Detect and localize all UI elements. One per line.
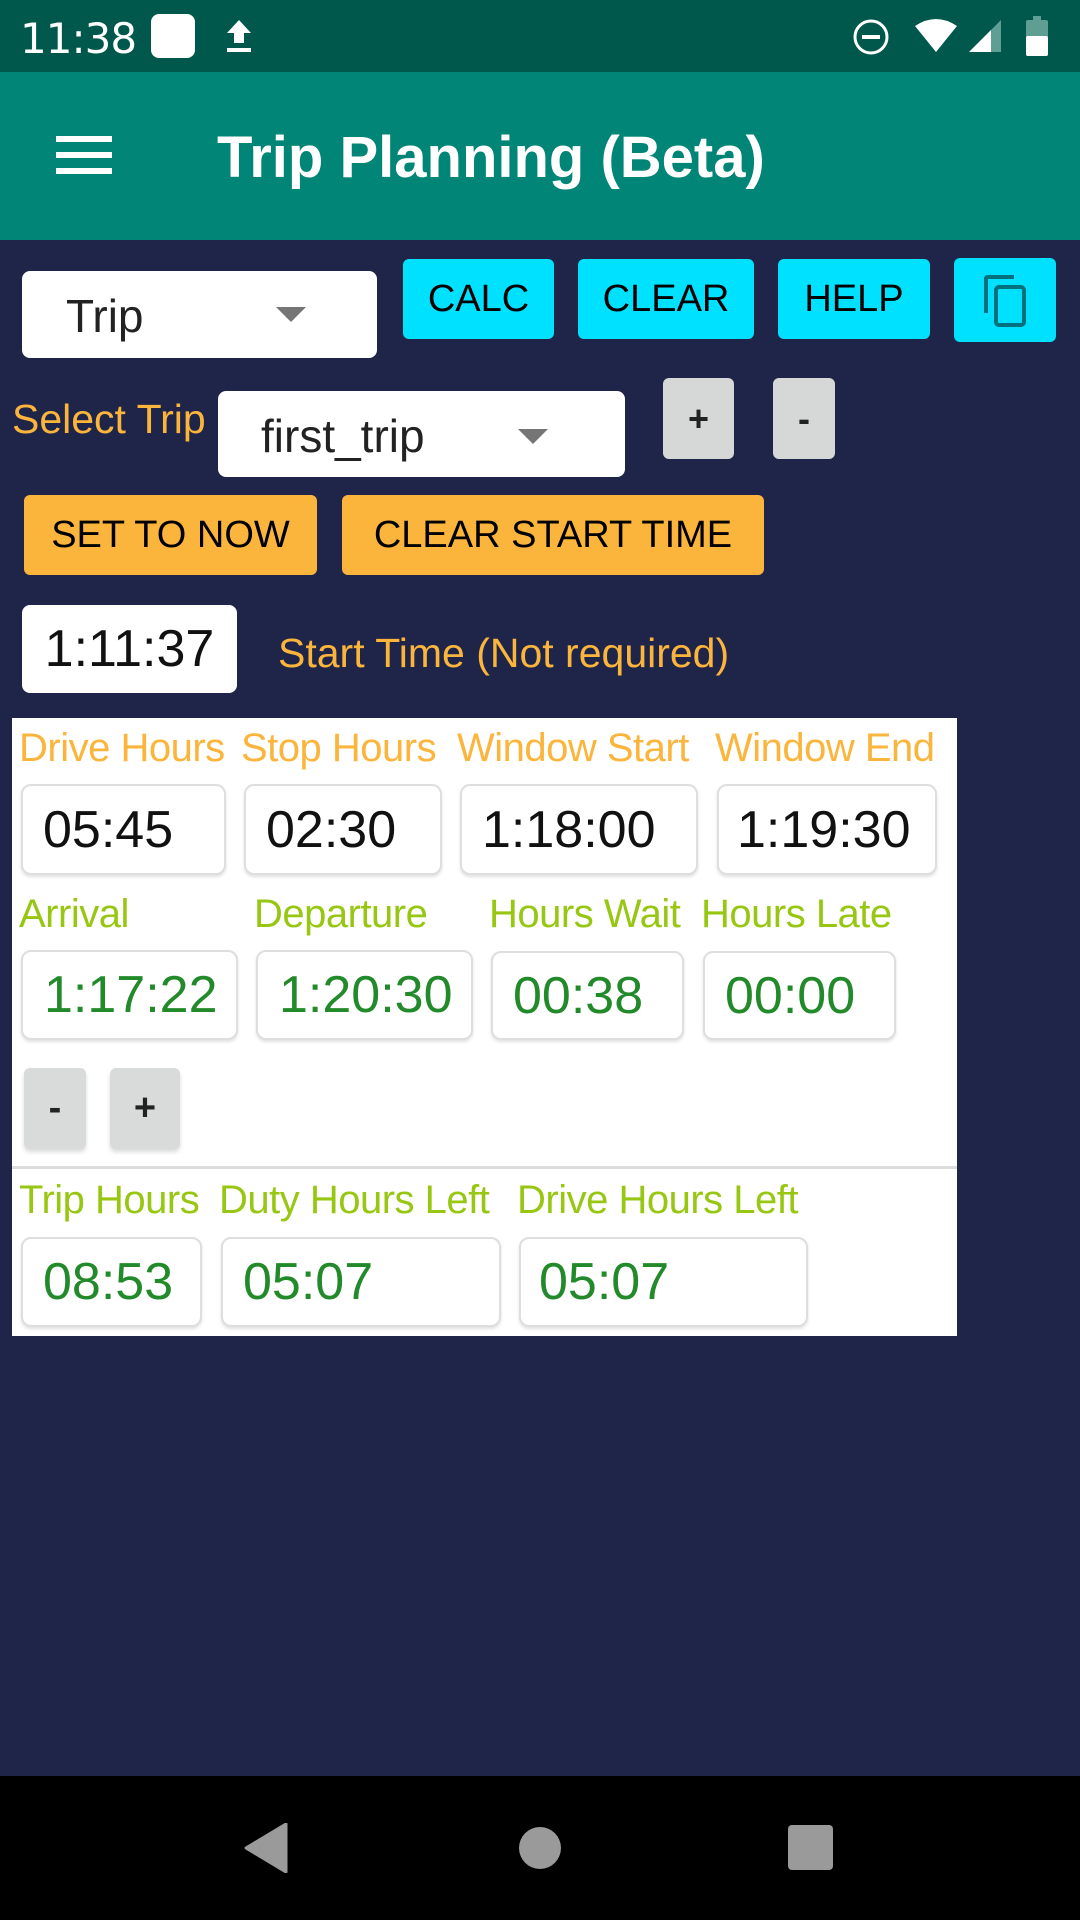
drive-hours-value: 05:45 bbox=[43, 800, 174, 859]
departure-value: 1:20:30 bbox=[279, 966, 453, 1024]
chevron-down-icon bbox=[276, 307, 306, 322]
drive-hours-left-value: 05:07 bbox=[539, 1253, 670, 1311]
battery-icon bbox=[1026, 16, 1048, 56]
window-end-value: 1:19:30 bbox=[737, 800, 911, 859]
do-not-disturb-icon bbox=[853, 19, 889, 55]
hours-late-field: 00:00 bbox=[703, 951, 896, 1040]
window-start-value: 1:18:00 bbox=[482, 800, 656, 859]
select-trip-label: Select Trip bbox=[12, 396, 206, 442]
trip-dropdown[interactable]: first_trip bbox=[218, 391, 625, 477]
arrival-value: 1:17:22 bbox=[44, 966, 218, 1024]
hamburger-menu-icon[interactable] bbox=[44, 124, 124, 186]
mode-dropdown-value: Trip bbox=[66, 290, 144, 342]
copy-button[interactable] bbox=[954, 258, 1056, 342]
hours-wait-label: Hours Wait bbox=[489, 892, 681, 936]
start-time-label: Start Time (Not required) bbox=[278, 630, 730, 676]
departure-field: 1:20:30 bbox=[256, 950, 473, 1040]
add-trip-button[interactable]: + bbox=[663, 378, 734, 459]
notification-square-icon bbox=[151, 14, 195, 58]
stop-hours-label: Stop Hours bbox=[241, 726, 437, 770]
trip-dropdown-value: first_trip bbox=[261, 410, 425, 462]
window-end-input[interactable]: 1:19:30 bbox=[717, 784, 937, 875]
hours-wait-field: 00:38 bbox=[491, 951, 684, 1040]
drive-hours-left-field: 05:07 bbox=[519, 1237, 808, 1327]
mode-dropdown[interactable]: Trip bbox=[22, 271, 377, 358]
duty-hours-left-label: Duty Hours Left bbox=[219, 1178, 490, 1222]
set-to-now-button[interactable]: SET TO NOW bbox=[24, 495, 317, 575]
hours-wait-value: 00:38 bbox=[513, 966, 644, 1025]
departure-label: Departure bbox=[254, 892, 428, 936]
back-icon[interactable] bbox=[244, 1823, 288, 1873]
remove-stop-button[interactable]: - bbox=[24, 1068, 86, 1149]
home-icon[interactable] bbox=[519, 1827, 561, 1869]
stop-hours-value: 02:30 bbox=[266, 800, 397, 859]
help-button[interactable]: HELP bbox=[778, 259, 930, 339]
panel-divider bbox=[12, 1166, 957, 1169]
start-time-input[interactable]: 1:11:37 bbox=[22, 605, 237, 693]
drive-hours-label: Drive Hours bbox=[19, 726, 225, 770]
trip-hours-field: 08:53 bbox=[21, 1237, 202, 1327]
remove-trip-button[interactable]: - bbox=[773, 378, 835, 459]
wifi-icon bbox=[915, 19, 957, 52]
clear-start-time-button[interactable]: CLEAR START TIME bbox=[342, 495, 764, 575]
cell-signal-icon bbox=[969, 20, 1001, 52]
duty-hours-left-field: 05:07 bbox=[221, 1237, 501, 1327]
window-end-label: Window End bbox=[715, 726, 935, 770]
hours-late-label: Hours Late bbox=[701, 892, 892, 936]
drive-hours-left-label: Drive Hours Left bbox=[517, 1178, 798, 1222]
arrival-label: Arrival bbox=[19, 892, 129, 936]
calc-button[interactable]: CALC bbox=[403, 259, 554, 339]
drive-hours-input[interactable]: 05:45 bbox=[21, 784, 226, 875]
status-time: 11:38 bbox=[20, 14, 137, 63]
stop-hours-input[interactable]: 02:30 bbox=[244, 784, 442, 875]
copy-icon bbox=[984, 275, 1026, 327]
clear-button[interactable]: CLEAR bbox=[578, 259, 754, 339]
page-title: Trip Planning (Beta) bbox=[217, 125, 765, 190]
recents-icon[interactable] bbox=[788, 1825, 833, 1870]
trip-hours-value: 08:53 bbox=[43, 1253, 174, 1311]
window-start-input[interactable]: 1:18:00 bbox=[460, 784, 698, 875]
duty-hours-left-value: 05:07 bbox=[243, 1253, 374, 1311]
trip-hours-label: Trip Hours bbox=[19, 1178, 200, 1222]
arrival-field: 1:17:22 bbox=[21, 950, 238, 1040]
upload-icon bbox=[227, 20, 251, 52]
chevron-down-icon bbox=[518, 429, 548, 444]
hours-late-value: 00:00 bbox=[725, 966, 856, 1025]
window-start-label: Window Start bbox=[457, 726, 689, 770]
add-stop-button[interactable]: + bbox=[110, 1068, 180, 1149]
